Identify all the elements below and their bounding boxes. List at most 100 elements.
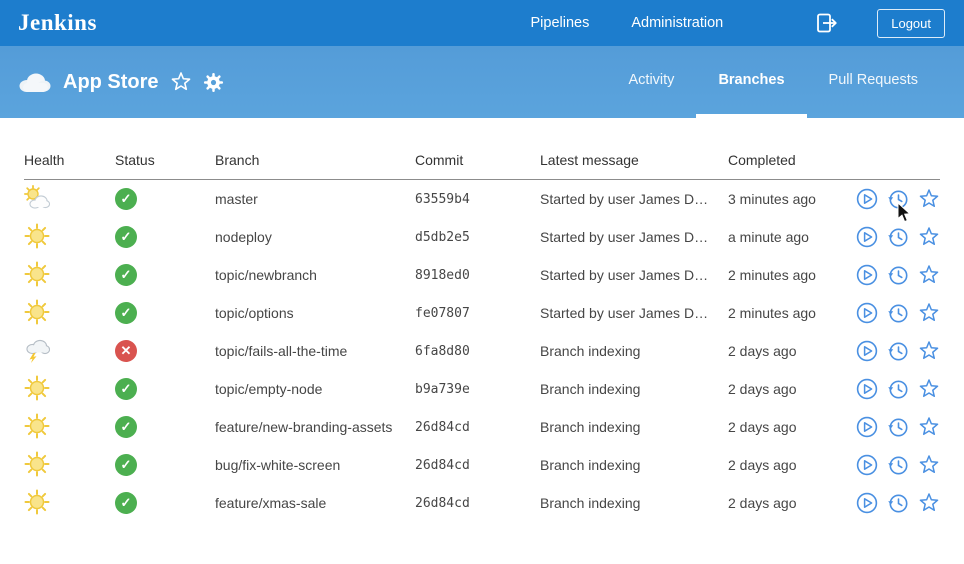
run-button[interactable]	[856, 492, 878, 514]
history-button[interactable]	[887, 454, 909, 476]
history-button[interactable]	[887, 416, 909, 438]
commit-hash: fe07807	[415, 306, 540, 321]
status-icon: ✕	[115, 340, 137, 362]
favorite-button[interactable]	[918, 454, 940, 476]
favorite-button[interactable]	[918, 492, 940, 514]
branch-name: master	[215, 191, 415, 207]
pipeline-tabs: ActivityBranchesPull Requests	[607, 46, 940, 118]
branch-name: topic/fails-all-the-time	[215, 343, 415, 359]
tab-pull-requests[interactable]: Pull Requests	[807, 46, 940, 118]
branch-name: bug/fix-white-screen	[215, 457, 415, 473]
branch-name: feature/xmas-sale	[215, 495, 415, 511]
status-icon: ✓	[115, 188, 137, 210]
completed-time: 2 days ago	[728, 419, 852, 435]
favorite-button[interactable]	[918, 264, 940, 286]
commit-hash: b9a739e	[415, 382, 540, 397]
gear-icon[interactable]	[203, 72, 224, 93]
col-commit: Commit	[415, 152, 540, 168]
health-icon	[24, 185, 50, 211]
latest-message: Branch indexing	[540, 419, 728, 435]
status-icon: ✓	[115, 226, 137, 248]
completed-time: 2 days ago	[728, 343, 852, 359]
tab-activity[interactable]: Activity	[607, 46, 697, 118]
commit-hash: 26d84cd	[415, 458, 540, 473]
commit-hash: 6fa8d80	[415, 344, 540, 359]
status-icon: ✓	[115, 264, 137, 286]
branch-name: topic/newbranch	[215, 267, 415, 283]
nav-link-pipelines[interactable]: Pipelines	[531, 15, 590, 31]
history-button[interactable]	[887, 378, 909, 400]
favorite-button[interactable]	[918, 416, 940, 438]
run-button[interactable]	[856, 378, 878, 400]
health-icon	[24, 223, 50, 249]
jenkins-logo[interactable]: Jenkins	[18, 10, 97, 36]
col-branch: Branch	[215, 152, 415, 168]
latest-message: Started by user James Dum…	[540, 305, 728, 321]
col-health: Health	[24, 152, 115, 168]
health-icon	[24, 337, 50, 363]
branch-row[interactable]: ✓ feature/xmas-sale 26d84cd Branch index…	[24, 484, 940, 522]
favorite-star-icon[interactable]	[170, 71, 192, 93]
completed-time: a minute ago	[728, 229, 852, 245]
pipeline-header: App Store Ac	[0, 46, 964, 118]
branch-row[interactable]: ✓ topic/newbranch 8918ed0 Started by use…	[24, 256, 940, 294]
latest-message: Branch indexing	[540, 457, 728, 473]
branch-row[interactable]: ✓ topic/options fe07807 Started by user …	[24, 294, 940, 332]
branch-row[interactable]: ✕ topic/fails-all-the-time 6fa8d80 Branc…	[24, 332, 940, 370]
top-nav: Jenkins Pipelines Administration Logout	[0, 0, 964, 46]
run-button[interactable]	[856, 340, 878, 362]
run-button[interactable]	[856, 264, 878, 286]
health-icon	[24, 413, 50, 439]
branch-row[interactable]: ✓ bug/fix-white-screen 26d84cd Branch in…	[24, 446, 940, 484]
exit-icon[interactable]	[815, 12, 839, 34]
weather-cloud-icon	[16, 70, 52, 95]
completed-time: 2 days ago	[728, 457, 852, 473]
status-icon: ✓	[115, 492, 137, 514]
favorite-button[interactable]	[918, 340, 940, 362]
favorite-button[interactable]	[918, 188, 940, 210]
pipeline-title-group: App Store	[16, 46, 224, 118]
status-icon: ✓	[115, 416, 137, 438]
col-message: Latest message	[540, 152, 728, 168]
favorite-button[interactable]	[918, 302, 940, 324]
branch-name: nodeploy	[215, 229, 415, 245]
run-button[interactable]	[856, 302, 878, 324]
favorite-button[interactable]	[918, 378, 940, 400]
tab-branches[interactable]: Branches	[696, 46, 806, 118]
branch-row[interactable]: ✓ master 63559b4 Started by user James D…	[24, 180, 940, 218]
favorite-button[interactable]	[918, 226, 940, 248]
table-header: Health Status Branch Commit Latest messa…	[24, 152, 940, 180]
col-completed: Completed	[728, 152, 852, 168]
history-button[interactable]	[887, 264, 909, 286]
health-icon	[24, 489, 50, 515]
branch-name: topic/options	[215, 305, 415, 321]
history-button[interactable]	[887, 226, 909, 248]
latest-message: Branch indexing	[540, 343, 728, 359]
completed-time: 2 minutes ago	[728, 305, 852, 321]
latest-message: Started by user James Dum…	[540, 267, 728, 283]
branch-row[interactable]: ✓ nodeploy d5db2e5 Started by user James…	[24, 218, 940, 256]
health-icon	[24, 451, 50, 477]
nav-link-administration[interactable]: Administration	[631, 15, 723, 31]
completed-time: 2 days ago	[728, 381, 852, 397]
latest-message: Started by user James Dum…	[540, 229, 728, 245]
commit-hash: 63559b4	[415, 192, 540, 207]
logout-button[interactable]: Logout	[877, 9, 945, 38]
run-button[interactable]	[856, 454, 878, 476]
branch-row[interactable]: ✓ topic/empty-node b9a739e Branch indexi…	[24, 370, 940, 408]
run-button[interactable]	[856, 188, 878, 210]
run-button[interactable]	[856, 416, 878, 438]
history-button[interactable]	[887, 340, 909, 362]
col-status: Status	[115, 152, 215, 168]
run-button[interactable]	[856, 226, 878, 248]
history-button[interactable]	[887, 492, 909, 514]
status-icon: ✓	[115, 454, 137, 476]
branch-name: topic/empty-node	[215, 381, 415, 397]
history-button[interactable]	[887, 188, 909, 210]
commit-hash: d5db2e5	[415, 230, 540, 245]
top-nav-links: Pipelines Administration	[531, 15, 724, 31]
health-icon	[24, 261, 50, 287]
history-button[interactable]	[887, 302, 909, 324]
commit-hash: 26d84cd	[415, 496, 540, 511]
branch-row[interactable]: ✓ feature/new-branding-assets 26d84cd Br…	[24, 408, 940, 446]
